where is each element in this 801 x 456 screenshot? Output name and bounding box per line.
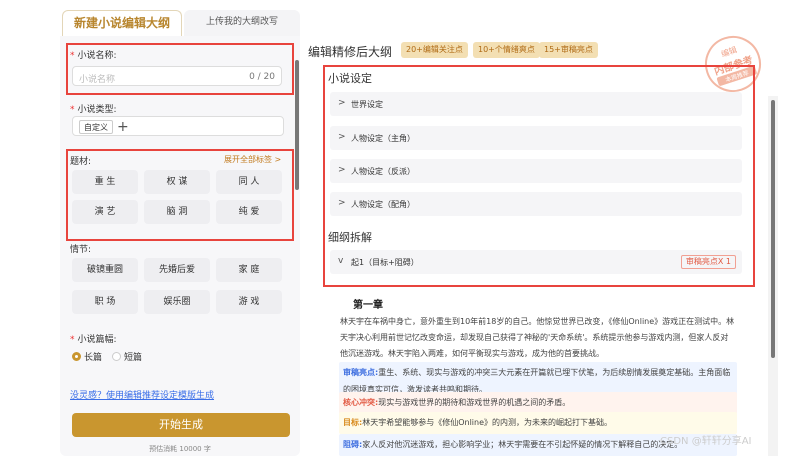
form-body: * 小说名称: 小说名称 0 / 20 * 小说类型: 自定义 + 题材: 展开全部… (60, 36, 300, 456)
theme-pure-love[interactable]: 纯 爱 (216, 200, 282, 224)
chevron-right-icon: > (338, 132, 346, 142)
plot-marriage-first[interactable]: 先婚后爱 (144, 258, 210, 282)
radio-selected-icon (72, 352, 81, 361)
plot-reunion[interactable]: 破镜重圆 (72, 258, 138, 282)
tab-new-outline[interactable]: 新建小说编辑大纲 (62, 10, 182, 36)
plot-workplace[interactable]: 职 场 (72, 290, 138, 314)
left-panel: 新建小说编辑大纲 上传我的大纲改写 * 小说名称: 小说名称 0 / 20 * 小说… (60, 8, 300, 456)
plot-label: 情节: (70, 245, 92, 255)
chevron-right-icon: > (338, 165, 346, 175)
chevron-right-icon: > (338, 198, 346, 208)
review-highlight-tag: 审稿亮点X 1 (680, 255, 736, 269)
accordion-world[interactable]: > 世界设定 (330, 92, 742, 116)
novel-name-input[interactable]: 小说名称 0 / 20 (72, 66, 282, 86)
chapter-summary: 林天宇在车祸中身亡，意外重生到10年前18岁的自己。他惊觉世界已改变，《修仙On… (340, 317, 735, 358)
type-chip-custom[interactable]: 自定义 (79, 120, 113, 134)
chapter-title: 第一章 (353, 300, 383, 311)
novel-name-label: * 小说名称: (70, 51, 117, 61)
template-link[interactable]: 没灵感？使用编辑推荐设定模版生成 (70, 388, 214, 401)
left-scrollbar[interactable] (295, 60, 299, 190)
novel-name-placeholder: 小说名称 (79, 75, 116, 85)
length-long-radio[interactable]: 长篇 (72, 350, 102, 363)
length-short-radio[interactable]: 短篇 (112, 350, 142, 363)
mode-tabs: 新建小说编辑大纲 上传我的大纲改写 (60, 10, 300, 36)
theme-brainhole[interactable]: 脑 洞 (144, 200, 210, 224)
theme-fanfic[interactable]: 同 人 (216, 170, 282, 194)
plot-family[interactable]: 家 庭 (216, 258, 282, 282)
accordion-act1[interactable]: v 起1（目标+阻碍） 审稿亮点X 1 (330, 250, 742, 274)
accordion-protagonist[interactable]: > 人物设定（主角） (330, 126, 742, 150)
tab-upload-outline[interactable]: 上传我的大纲改写 (184, 10, 300, 36)
novel-type-label: * 小说类型: (70, 105, 117, 115)
theme-rebirth[interactable]: 重 生 (72, 170, 138, 194)
length-label: * 小说篇幅: (70, 335, 117, 345)
start-generate-button[interactable]: 开始生成 (72, 413, 290, 437)
expand-tags-link[interactable]: 展开全部标签 > (224, 154, 281, 165)
badge-editor-focus: 20+编辑关注点 (401, 42, 468, 58)
cost-estimate: 预估消耗 10000 字 (149, 445, 211, 453)
theme-power[interactable]: 权 谋 (144, 170, 210, 194)
plot-entertainment[interactable]: 娱乐圈 (144, 290, 210, 314)
novel-name-count: 0 / 20 (249, 72, 275, 82)
badge-emotion: 10+个情绪爽点 (473, 42, 540, 58)
right-scrollbar[interactable] (771, 100, 775, 358)
outline-section-title: 细纲拆解 (328, 231, 372, 244)
goal-row: 目标:林天宇希望能够参与《修仙Online》的内测，为未来的崛起打下基础。 (339, 412, 737, 434)
novel-type-input[interactable]: 自定义 + (72, 116, 284, 136)
accordion-villain[interactable]: > 人物设定（反派） (330, 159, 742, 183)
theme-acting[interactable]: 演 艺 (72, 200, 138, 224)
outline-title: 编辑精修后大纲 (308, 45, 393, 59)
accordion-supporting[interactable]: > 人物设定（配角） (330, 192, 742, 216)
core-conflict-row: 核心冲突:现实与游戏世界的期待和游戏世界的机遇之间的矛盾。 (339, 392, 737, 414)
theme-label: 题材: (70, 157, 92, 167)
plot-game[interactable]: 游 戏 (216, 290, 282, 314)
badge-review: 15+审稿亮点 (539, 42, 598, 58)
settings-section-title: 小说设定 (328, 72, 372, 85)
radio-empty-icon (112, 352, 121, 361)
chevron-down-icon: v (338, 256, 344, 266)
add-type-icon[interactable]: + (117, 117, 129, 137)
chevron-right-icon: > (338, 98, 346, 108)
watermark: CSDN @轩轩分享AI (660, 436, 752, 447)
